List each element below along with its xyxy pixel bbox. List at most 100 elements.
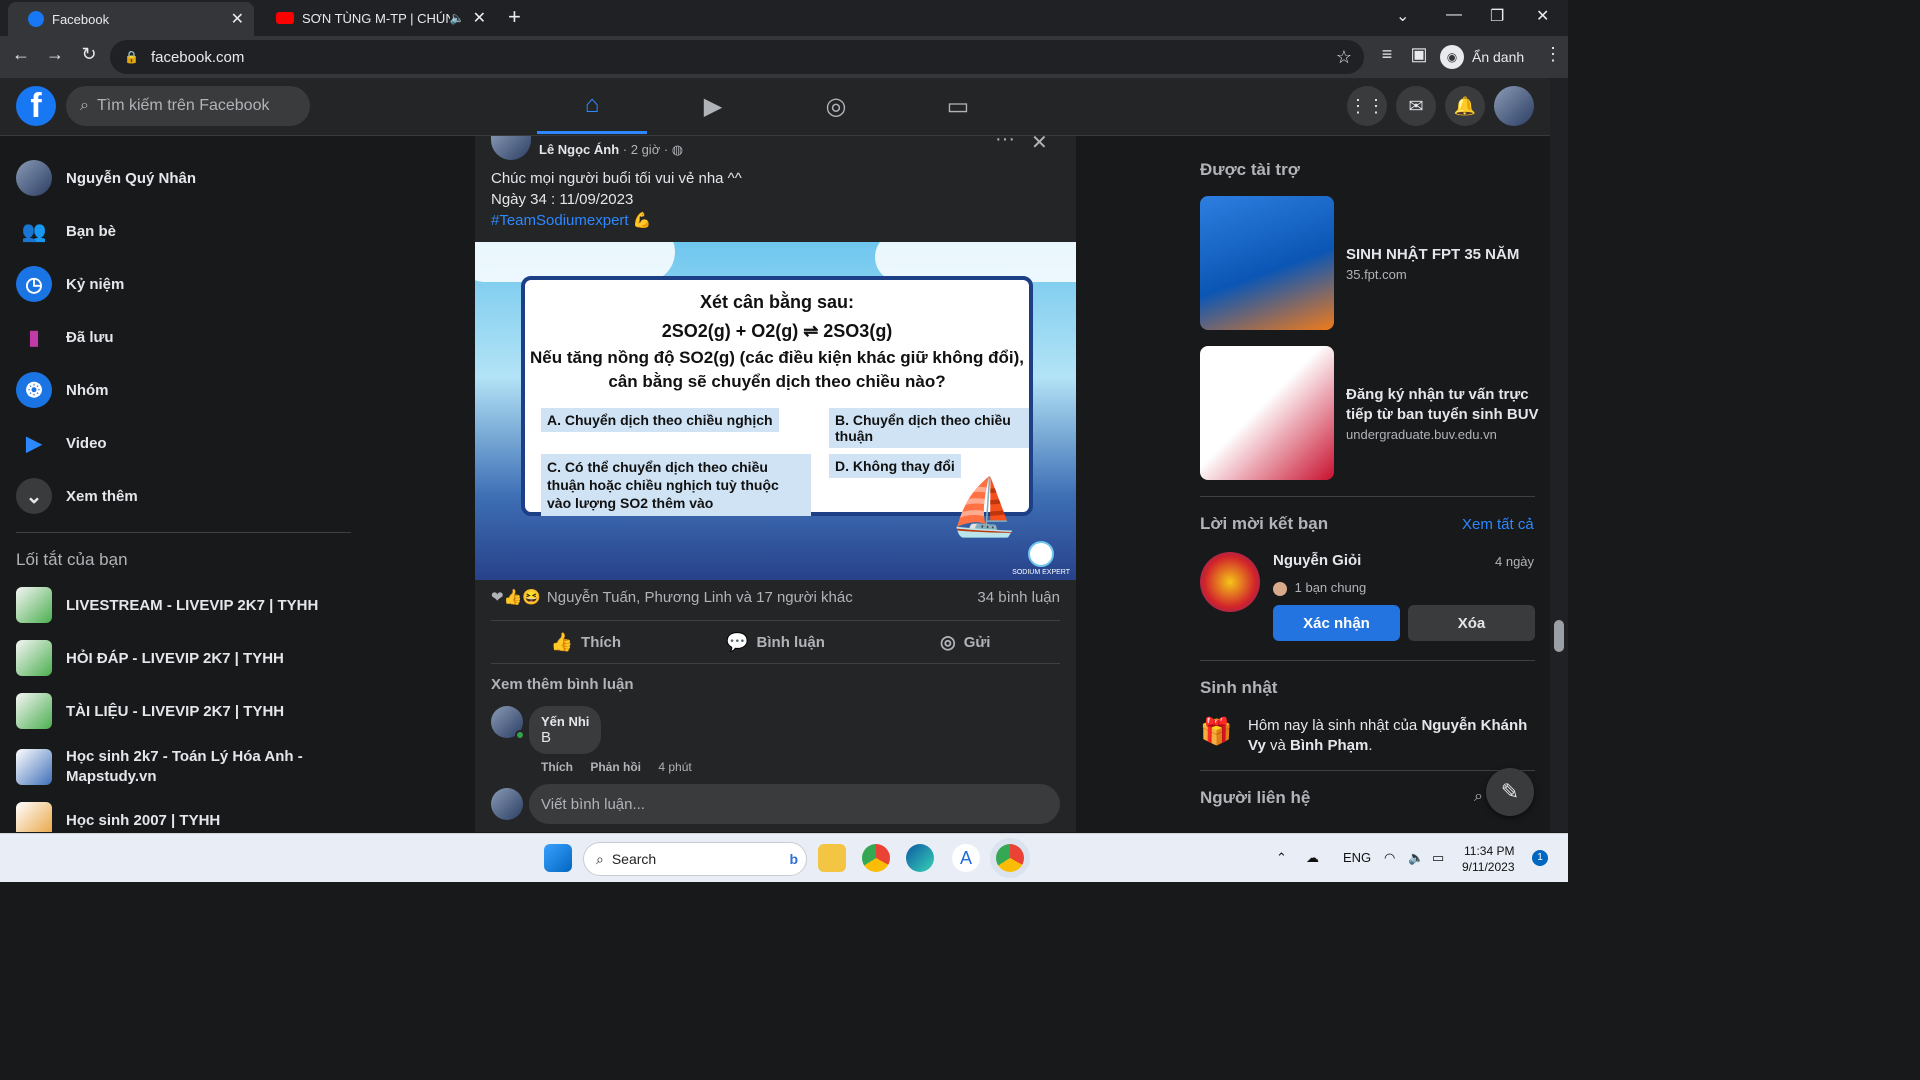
see-more-comments[interactable]: Xem thêm bình luận <box>491 676 634 693</box>
quiz-option-d: D. Không thay đổi <box>829 454 961 478</box>
send-button[interactable]: ◎ Gửi <box>870 621 1060 663</box>
taskbar-search[interactable]: ⌕ Search b <box>583 842 807 876</box>
fb-search-input[interactable]: ⌕ Tìm kiếm trên Facebook <box>66 86 310 126</box>
thumbs-up-icon: 👍 <box>550 631 574 652</box>
speaker-icon[interactable]: 🔈 <box>450 11 465 25</box>
online-dot <box>515 730 525 740</box>
app-store-icon[interactable]: A <box>952 844 980 872</box>
sidebar-item-groups[interactable]: ❂ Nhóm <box>8 364 352 416</box>
sidebar-item-saved[interactable]: ▮ Đã lưu <box>8 311 352 363</box>
right-divider <box>1200 770 1535 771</box>
sidebar-item-memories[interactable]: ◷ Kỷ niệm <box>8 258 352 310</box>
comments-count[interactable]: 34 bình luận <box>977 589 1060 606</box>
chrome-icon[interactable] <box>862 844 890 872</box>
messenger-button[interactable]: ✉ <box>1396 86 1436 126</box>
commenter-name[interactable]: Yến Nhi <box>541 714 589 729</box>
nav-watch[interactable]: ▶ <box>658 78 768 134</box>
scrollbar-thumb[interactable] <box>1554 620 1564 652</box>
ad-item[interactable]: Đăng ký nhận tư vấn trực tiếp từ ban tuy… <box>1200 346 1542 480</box>
back-icon[interactable]: ← <box>8 44 34 65</box>
notification-badge[interactable]: 1 <box>1532 850 1548 866</box>
language-indicator[interactable]: ENG <box>1343 850 1371 865</box>
wifi-icon[interactable]: ◠ <box>1384 850 1395 866</box>
mutual-friends[interactable]: 1 bạn chung <box>1273 580 1366 596</box>
reading-list-icon[interactable]: ≡ <box>1374 44 1400 65</box>
ad-item[interactable]: SINH NHẬT FPT 35 NĂM 35.fpt.com <box>1200 196 1542 330</box>
write-comment-input[interactable]: Viết bình luận... <box>529 784 1060 824</box>
ad-title: SINH NHẬT FPT 35 NĂM <box>1346 245 1520 263</box>
birthday-text[interactable]: Hôm nay là sinh nhật của Nguyễn Khánh Vy… <box>1248 716 1538 756</box>
address-bar[interactable]: 🔒 facebook.com ☆ <box>110 40 1364 74</box>
windows-start-icon[interactable] <box>544 844 572 872</box>
nav-groups[interactable]: ◎ <box>781 78 891 134</box>
sidebar-profile[interactable]: Nguyễn Quý Nhân <box>8 152 352 204</box>
author-avatar[interactable] <box>491 136 531 160</box>
forward-icon[interactable]: → <box>42 44 68 65</box>
comment-button[interactable]: 💬 Bình luận <box>681 621 871 663</box>
notifications-button[interactable]: 🔔 <box>1445 86 1485 126</box>
shortcut-item[interactable]: Học sinh 2007 | TYHH <box>8 794 352 832</box>
youtube-icon <box>276 12 294 24</box>
reload-icon[interactable]: ↻ <box>76 44 102 65</box>
tab-youtube[interactable]: SƠN TÙNG M-TP | CHÚNG T 🔈 ✕ <box>256 0 496 36</box>
minimize-icon[interactable]: — <box>1446 6 1462 24</box>
menu-kebab-icon[interactable]: ⋮ <box>1540 44 1566 65</box>
friend-avatar[interactable] <box>1200 552 1260 612</box>
lock-icon[interactable]: 🔒 <box>124 50 139 64</box>
shortcut-item[interactable]: HỎI ĐÁP - LIVEVIP 2K7 | TYHH <box>8 632 352 684</box>
like-button[interactable]: 👍 Thích <box>491 621 681 663</box>
edge-icon[interactable] <box>906 844 934 872</box>
incognito-icon: ◉ <box>1440 45 1464 69</box>
file-explorer-icon[interactable] <box>818 844 846 872</box>
delete-request-button[interactable]: Xóa <box>1408 605 1535 641</box>
sidebar-item-video[interactable]: ▶ Video <box>8 417 352 469</box>
chrome-active-icon[interactable] <box>996 844 1024 872</box>
post-options-icon[interactable]: ··· <box>995 136 1015 151</box>
new-message-button[interactable]: ✎ <box>1486 768 1534 816</box>
shortcut-item[interactable]: LIVESTREAM - LIVEVIP 2K7 | TYHH <box>8 579 352 631</box>
reaction-summary[interactable]: ❤👍😆 Nguyễn Tuấn, Phương Linh và 17 người… <box>491 588 1060 607</box>
close-window-icon[interactable]: ✕ <box>1536 6 1549 26</box>
hashtag-link[interactable]: #TeamSodiumexpert <box>491 212 629 229</box>
comment-like-link[interactable]: Thích <box>541 760 573 774</box>
comment-reply-link[interactable]: Phản hồi <box>590 760 641 774</box>
cloud-offline-icon[interactable]: ☁ <box>1306 850 1319 866</box>
tab-search-icon[interactable]: ⌄ <box>1396 6 1409 26</box>
post-author-name[interactable]: Lê Ngọc Ánh <box>539 142 619 157</box>
friend-name[interactable]: Nguyễn Giỏi <box>1273 552 1361 569</box>
incognito-indicator[interactable]: ◉ Ẩn danh <box>1440 41 1524 73</box>
nav-home[interactable]: ⌂ <box>537 78 647 134</box>
sidebar-see-more[interactable]: ⌄ Xem thêm <box>8 470 352 522</box>
side-panel-icon[interactable]: ▣ <box>1406 44 1432 65</box>
facebook-logo[interactable]: f <box>16 86 56 126</box>
battery-icon[interactable]: ▭ <box>1432 850 1444 866</box>
confirm-friend-button[interactable]: Xác nhận <box>1273 605 1400 641</box>
sidebar-item-friends[interactable]: 👥 Bạn bè <box>8 205 352 257</box>
see-all-link[interactable]: Xem tất cả <box>1462 516 1534 533</box>
post-image[interactable]: Xét cân bằng sau: 2SO2(g) + O2(g) ⇌ 2SO3… <box>475 242 1076 580</box>
show-hidden-icons[interactable]: ⌃ <box>1276 850 1287 866</box>
bookmark-star-icon[interactable]: ☆ <box>1336 47 1352 68</box>
post-time[interactable]: · 2 giờ · <box>623 142 668 157</box>
maximize-icon[interactable]: ❐ <box>1490 6 1504 26</box>
account-avatar[interactable] <box>1494 86 1534 126</box>
page-scrollbar[interactable] <box>1550 78 1568 832</box>
browser-tab-strip: Facebook ✕ SƠN TÙNG M-TP | CHÚNG T 🔈 ✕ +… <box>0 0 1568 36</box>
bell-icon: 🔔 <box>1453 95 1477 116</box>
left-sidebar: Nguyễn Quý Nhân 👥 Bạn bè ◷ Kỷ niệm ▮ Đã … <box>0 136 360 832</box>
comment-time[interactable]: 4 phút <box>658 760 691 774</box>
volume-icon[interactable]: 🔈 <box>1408 850 1424 866</box>
new-tab-button[interactable]: + <box>508 4 521 30</box>
nav-gaming[interactable]: ▭ <box>903 78 1013 134</box>
search-contacts-icon[interactable]: ⌕ <box>1474 788 1483 806</box>
tab-facebook[interactable]: Facebook ✕ <box>8 2 254 36</box>
close-tab-icon[interactable]: ✕ <box>231 9 244 29</box>
my-avatar[interactable] <box>491 788 523 820</box>
hide-post-icon[interactable]: ✕ <box>1031 136 1048 155</box>
close-tab-icon[interactable]: ✕ <box>473 8 486 28</box>
shortcut-item[interactable]: Học sinh 2k7 - Toán Lý Hóa Anh - Mapstud… <box>8 740 352 794</box>
shortcut-item[interactable]: TÀI LIỆU - LIVEVIP 2K7 | TYHH <box>8 685 352 737</box>
search-icon: ⌕ <box>596 850 604 867</box>
system-clock[interactable]: 11:34 PM 9/11/2023 <box>1462 843 1515 875</box>
menu-grid-button[interactable]: ⋮⋮ <box>1347 86 1387 126</box>
